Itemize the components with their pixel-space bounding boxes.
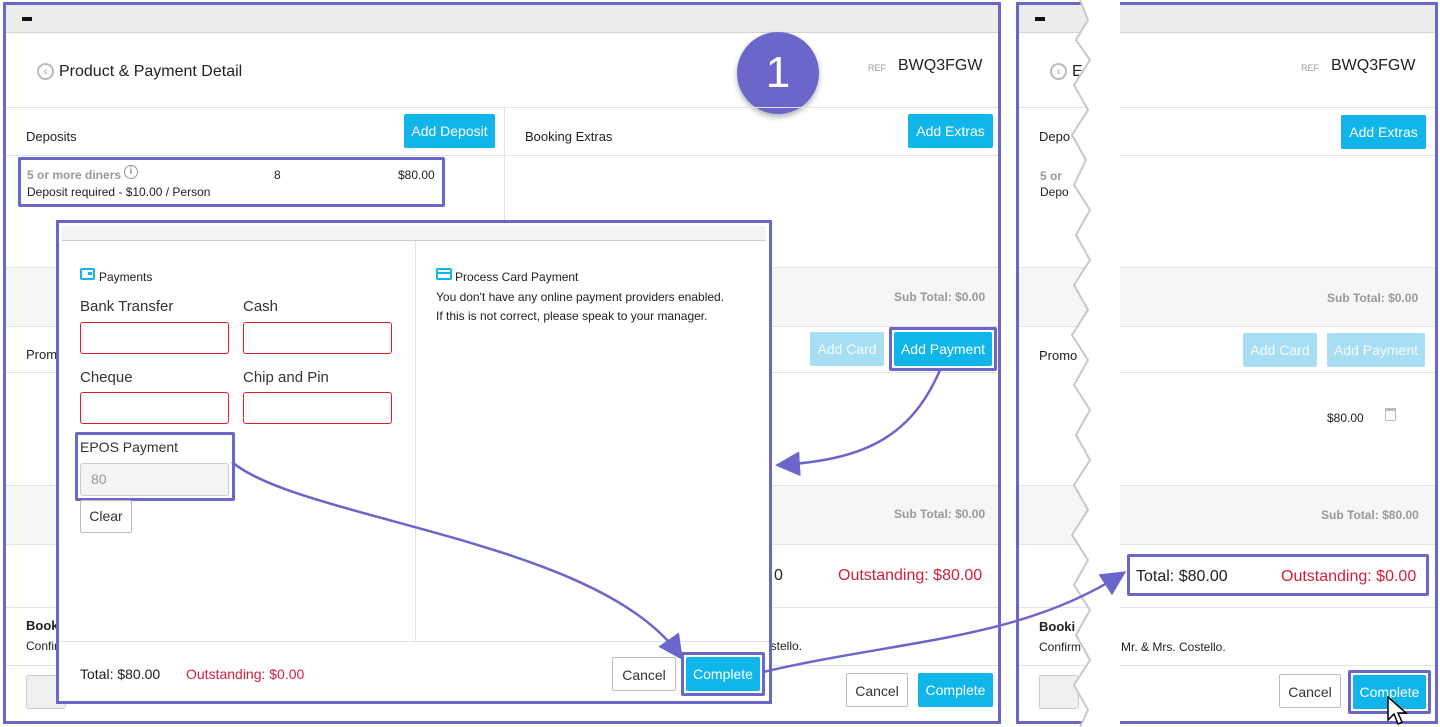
arrow-complete	[762, 571, 1127, 674]
connector-arrows	[231, 369, 1127, 674]
arrow-add-payment	[775, 369, 942, 477]
mouse-cursor-icon	[1387, 696, 1408, 726]
arrow-epos	[231, 461, 683, 661]
